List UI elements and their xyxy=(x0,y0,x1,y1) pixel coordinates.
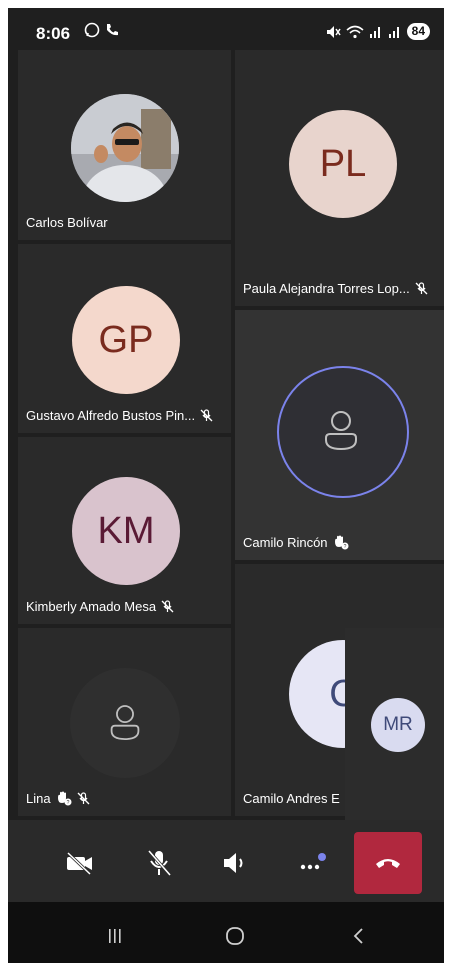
battery-indicator: 84 xyxy=(406,23,430,40)
microphone-toggle-button[interactable] xyxy=(136,840,182,886)
participant-name: Camilo Rincón xyxy=(243,535,328,550)
mic-off-icon xyxy=(415,282,428,295)
participant-name: Kimberly Amado Mesa xyxy=(26,599,157,614)
participant-tile-camilo-rincon[interactable]: Camilo Rincón ? xyxy=(235,310,444,560)
self-view[interactable]: MR xyxy=(345,628,444,820)
whatsapp-icon xyxy=(84,22,100,38)
participant-avatar: GP xyxy=(72,286,180,394)
participant-name: Paula Alejandra Torres Lop... xyxy=(243,281,410,296)
back-button[interactable] xyxy=(344,924,374,948)
person-placeholder-icon xyxy=(110,705,140,741)
person-placeholder-icon xyxy=(325,411,357,451)
mute-icon xyxy=(326,25,341,38)
raised-hand-icon: ? xyxy=(57,791,72,806)
participant-tile-carlos[interactable]: Carlos Bolívar xyxy=(18,50,231,240)
participant-avatar: KM xyxy=(72,477,180,585)
wifi-icon xyxy=(346,25,364,38)
mic-off-icon xyxy=(200,409,213,422)
home-icon xyxy=(226,927,244,945)
participant-name: Gustavo Alfredo Bustos Pin... xyxy=(26,408,196,423)
participant-tile-kimberly[interactable]: KM Kimberly Amado Mesa xyxy=(18,437,231,624)
system-nav-bar xyxy=(8,902,444,963)
participant-photo xyxy=(71,94,179,202)
phone-icon xyxy=(107,24,118,36)
hang-up-button[interactable] xyxy=(354,832,422,894)
self-avatar: MR xyxy=(371,698,425,752)
signal-icon xyxy=(369,26,380,38)
participant-tile-lina[interactable]: Lina ? xyxy=(18,628,231,816)
participant-tile-gustavo[interactable]: GP Gustavo Alfredo Bustos Pin... xyxy=(18,244,231,433)
home-button[interactable] xyxy=(220,924,250,948)
camera-toggle-button[interactable] xyxy=(57,840,103,886)
video-off-icon xyxy=(66,851,92,875)
speaker-icon xyxy=(224,853,243,873)
participant-name: Camilo Andres E xyxy=(243,791,340,806)
mic-off-icon xyxy=(147,850,172,876)
mic-off-icon xyxy=(77,792,90,805)
svg-text:?: ? xyxy=(66,800,69,806)
more-options-button[interactable] xyxy=(289,840,335,886)
more-icon xyxy=(300,853,326,870)
call-toolbar xyxy=(8,820,444,902)
status-time: 8:06 xyxy=(36,24,71,43)
participant-tile-paula[interactable]: PL Paula Alejandra Torres Lop... xyxy=(235,50,444,306)
status-bar: 8:06 84 xyxy=(8,8,444,50)
recent-apps-icon xyxy=(109,929,121,943)
participant-name: Carlos Bolívar xyxy=(26,215,108,230)
participant-avatar: PL xyxy=(289,110,397,218)
mic-off-icon xyxy=(161,600,174,613)
speaker-button[interactable] xyxy=(212,840,258,886)
svg-text:?: ? xyxy=(343,544,346,550)
back-icon xyxy=(353,928,363,944)
recent-apps-button[interactable] xyxy=(100,924,130,948)
raised-hand-icon: ? xyxy=(334,535,349,550)
signal-icon xyxy=(388,26,399,38)
meeting-screen: 8:06 84 Carlos Bolívar PL Paula Alejandr… xyxy=(8,8,444,963)
hang-up-icon xyxy=(376,859,400,868)
participant-name: Lina xyxy=(26,791,51,806)
